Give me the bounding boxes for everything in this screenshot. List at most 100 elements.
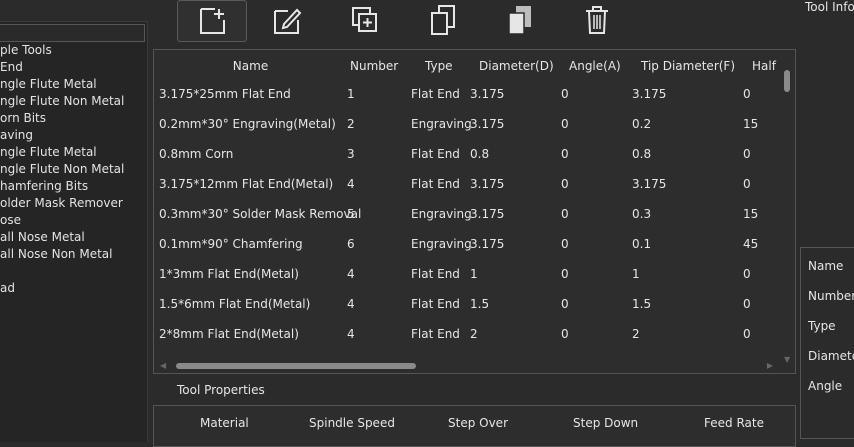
cell-number: 4 <box>347 297 355 311</box>
paste-tool-button[interactable] <box>486 0 554 40</box>
header-number[interactable]: Number <box>350 50 398 80</box>
horizontal-scrollbar[interactable]: ◀ ▶ <box>154 359 779 373</box>
edit-icon <box>274 8 302 34</box>
cell-half: 0 <box>743 267 751 281</box>
cell-number: 4 <box>347 267 355 281</box>
cell-name: 2*8mm Flat End(Metal) <box>159 327 299 341</box>
cell-tip-diameter: 1.5 <box>632 297 652 311</box>
cell-type: Flat End <box>411 267 460 281</box>
header-feed-rate[interactable]: Feed Rate <box>704 416 764 430</box>
header-angle[interactable]: Angle(A) <box>569 50 621 80</box>
cell-tip-diameter: 0.3 <box>632 207 652 221</box>
scroll-left-arrow-icon[interactable]: ◀ <box>160 362 166 370</box>
tool-properties-title: Tool Properties <box>177 383 265 397</box>
tool-info-title: Tool Info <box>805 0 854 14</box>
tree-item[interactable]: End <box>0 59 147 76</box>
cell-diameter: 1 <box>470 267 478 281</box>
copy-tool-button[interactable] <box>409 0 477 40</box>
tool-tree: ple Tools End ngle Flute Metal ngle Flut… <box>0 42 147 297</box>
header-step-over[interactable]: Step Over <box>448 416 508 430</box>
tree-item[interactable]: ose <box>0 212 147 229</box>
cell-type: Engraving <box>411 237 472 251</box>
header-spindle-speed[interactable]: Spindle Speed <box>309 416 395 430</box>
table-row[interactable]: 2*8mm Flat End(Metal) 4 Flat End 2 0 2 0 <box>154 320 779 350</box>
table-row[interactable]: 0.3mm*30° Solder Mask Removal 5 Engravin… <box>154 200 779 230</box>
tree-item[interactable]: older Mask Remover <box>0 195 147 212</box>
header-diameter[interactable]: Diameter(D) <box>479 50 554 80</box>
cell-angle: 0 <box>561 177 569 191</box>
cell-type: Flat End <box>411 147 460 161</box>
header-type[interactable]: Type <box>425 50 453 80</box>
header-name[interactable]: Name <box>154 50 347 80</box>
cell-tip-diameter: 2 <box>632 327 640 341</box>
info-label-name: Name <box>808 259 844 273</box>
table-row[interactable]: 0.2mm*30° Engraving(Metal) 2 Engraving 3… <box>154 110 779 140</box>
cell-diameter: 1.5 <box>470 297 490 311</box>
header-half[interactable]: Half <box>752 50 776 80</box>
cell-name: 0.8mm Corn <box>159 147 234 161</box>
scroll-right-arrow-icon[interactable]: ▶ <box>767 362 773 370</box>
header-material[interactable]: Material <box>200 416 249 430</box>
trash-icon <box>586 6 608 34</box>
tree-item[interactable]: ple Tools <box>0 42 147 59</box>
paste-icon <box>508 6 531 35</box>
table-header: Name Number Type Diameter(D) Angle(A) Ti… <box>154 50 795 80</box>
cell-diameter: 0.8 <box>470 147 490 161</box>
tree-item[interactable] <box>0 263 147 280</box>
cell-angle: 0 <box>561 327 569 341</box>
cell-type: Flat End <box>411 177 460 191</box>
table-row[interactable]: 3.175*12mm Flat End(Metal) 4 Flat End 3.… <box>154 170 779 200</box>
cell-type: Engraving <box>411 207 472 221</box>
cell-name: 1.5*6mm Flat End(Metal) <box>159 297 311 311</box>
cell-angle: 0 <box>561 297 569 311</box>
tree-item[interactable]: orn Bits <box>0 110 147 127</box>
cell-number: 1 <box>347 87 355 101</box>
tree-header <box>0 24 145 42</box>
horizontal-scroll-thumb[interactable] <box>176 363 416 369</box>
tool-info-panel: Name Number Type Diamete Angle <box>800 247 854 439</box>
cell-type: Engraving <box>411 117 472 131</box>
tool-library-panel: ple Tools End ngle Flute Metal ngle Flut… <box>0 21 148 442</box>
cell-type: Flat End <box>411 297 460 311</box>
new-tool-button[interactable] <box>177 0 247 42</box>
edit-tool-button[interactable] <box>254 0 322 40</box>
vertical-scroll-thumb[interactable] <box>784 70 790 92</box>
scroll-down-arrow-icon[interactable]: ▼ <box>784 356 790 364</box>
tree-item[interactable]: ngle Flute Non Metal <box>0 93 147 110</box>
cell-diameter: 3.175 <box>470 177 505 191</box>
info-label-angle: Angle <box>808 379 843 393</box>
vertical-scrollbar[interactable]: ▼ <box>781 70 795 368</box>
cell-angle: 0 <box>561 267 569 281</box>
cell-diameter: 3.175 <box>470 237 505 251</box>
tree-item[interactable]: ngle Flute Non Metal <box>0 161 147 178</box>
tree-item[interactable]: aving <box>0 127 147 144</box>
cell-tip-diameter: 0.8 <box>632 147 652 161</box>
table-body: 3.175*25mm Flat End 1 Flat End 3.175 0 3… <box>154 80 779 350</box>
cell-angle: 0 <box>561 207 569 221</box>
tree-item[interactable]: all Nose Metal <box>0 229 147 246</box>
cell-half: 0 <box>743 297 751 311</box>
add-document-icon <box>200 8 225 34</box>
tree-item[interactable]: hamfering Bits <box>0 178 147 195</box>
cell-number: 5 <box>347 207 355 221</box>
cell-type: Flat End <box>411 327 460 341</box>
cell-angle: 0 <box>561 117 569 131</box>
tree-item[interactable]: ngle Flute Metal <box>0 144 147 161</box>
duplicate-tool-button[interactable] <box>331 0 399 40</box>
header-tip-diameter[interactable]: Tip Diameter(F) <box>641 50 735 80</box>
table-row[interactable]: 1.5*6mm Flat End(Metal) 4 Flat End 1.5 0… <box>154 290 779 320</box>
cell-name: 0.1mm*90° Chamfering <box>159 237 303 251</box>
header-step-down[interactable]: Step Down <box>573 416 638 430</box>
table-row[interactable]: 3.175*25mm Flat End 1 Flat End 3.175 0 3… <box>154 80 779 110</box>
tree-item[interactable]: ngle Flute Metal <box>0 76 147 93</box>
cell-name: 0.2mm*30° Engraving(Metal) <box>159 117 336 131</box>
table-row[interactable]: 1*3mm Flat End(Metal) 4 Flat End 1 0 1 0 <box>154 260 779 290</box>
table-row[interactable]: 0.8mm Corn 3 Flat End 0.8 0 0.8 0 <box>154 140 779 170</box>
cell-name: 3.175*12mm Flat End(Metal) <box>159 177 334 191</box>
tree-item[interactable]: all Nose Non Metal <box>0 246 147 263</box>
cell-half: 0 <box>743 177 751 191</box>
cell-name: 0.3mm*30° Solder Mask Removal <box>159 207 362 221</box>
tree-item[interactable]: ad <box>0 280 147 297</box>
delete-tool-button[interactable] <box>563 0 631 40</box>
table-row[interactable]: 0.1mm*90° Chamfering 6 Engraving 3.175 0… <box>154 230 779 260</box>
